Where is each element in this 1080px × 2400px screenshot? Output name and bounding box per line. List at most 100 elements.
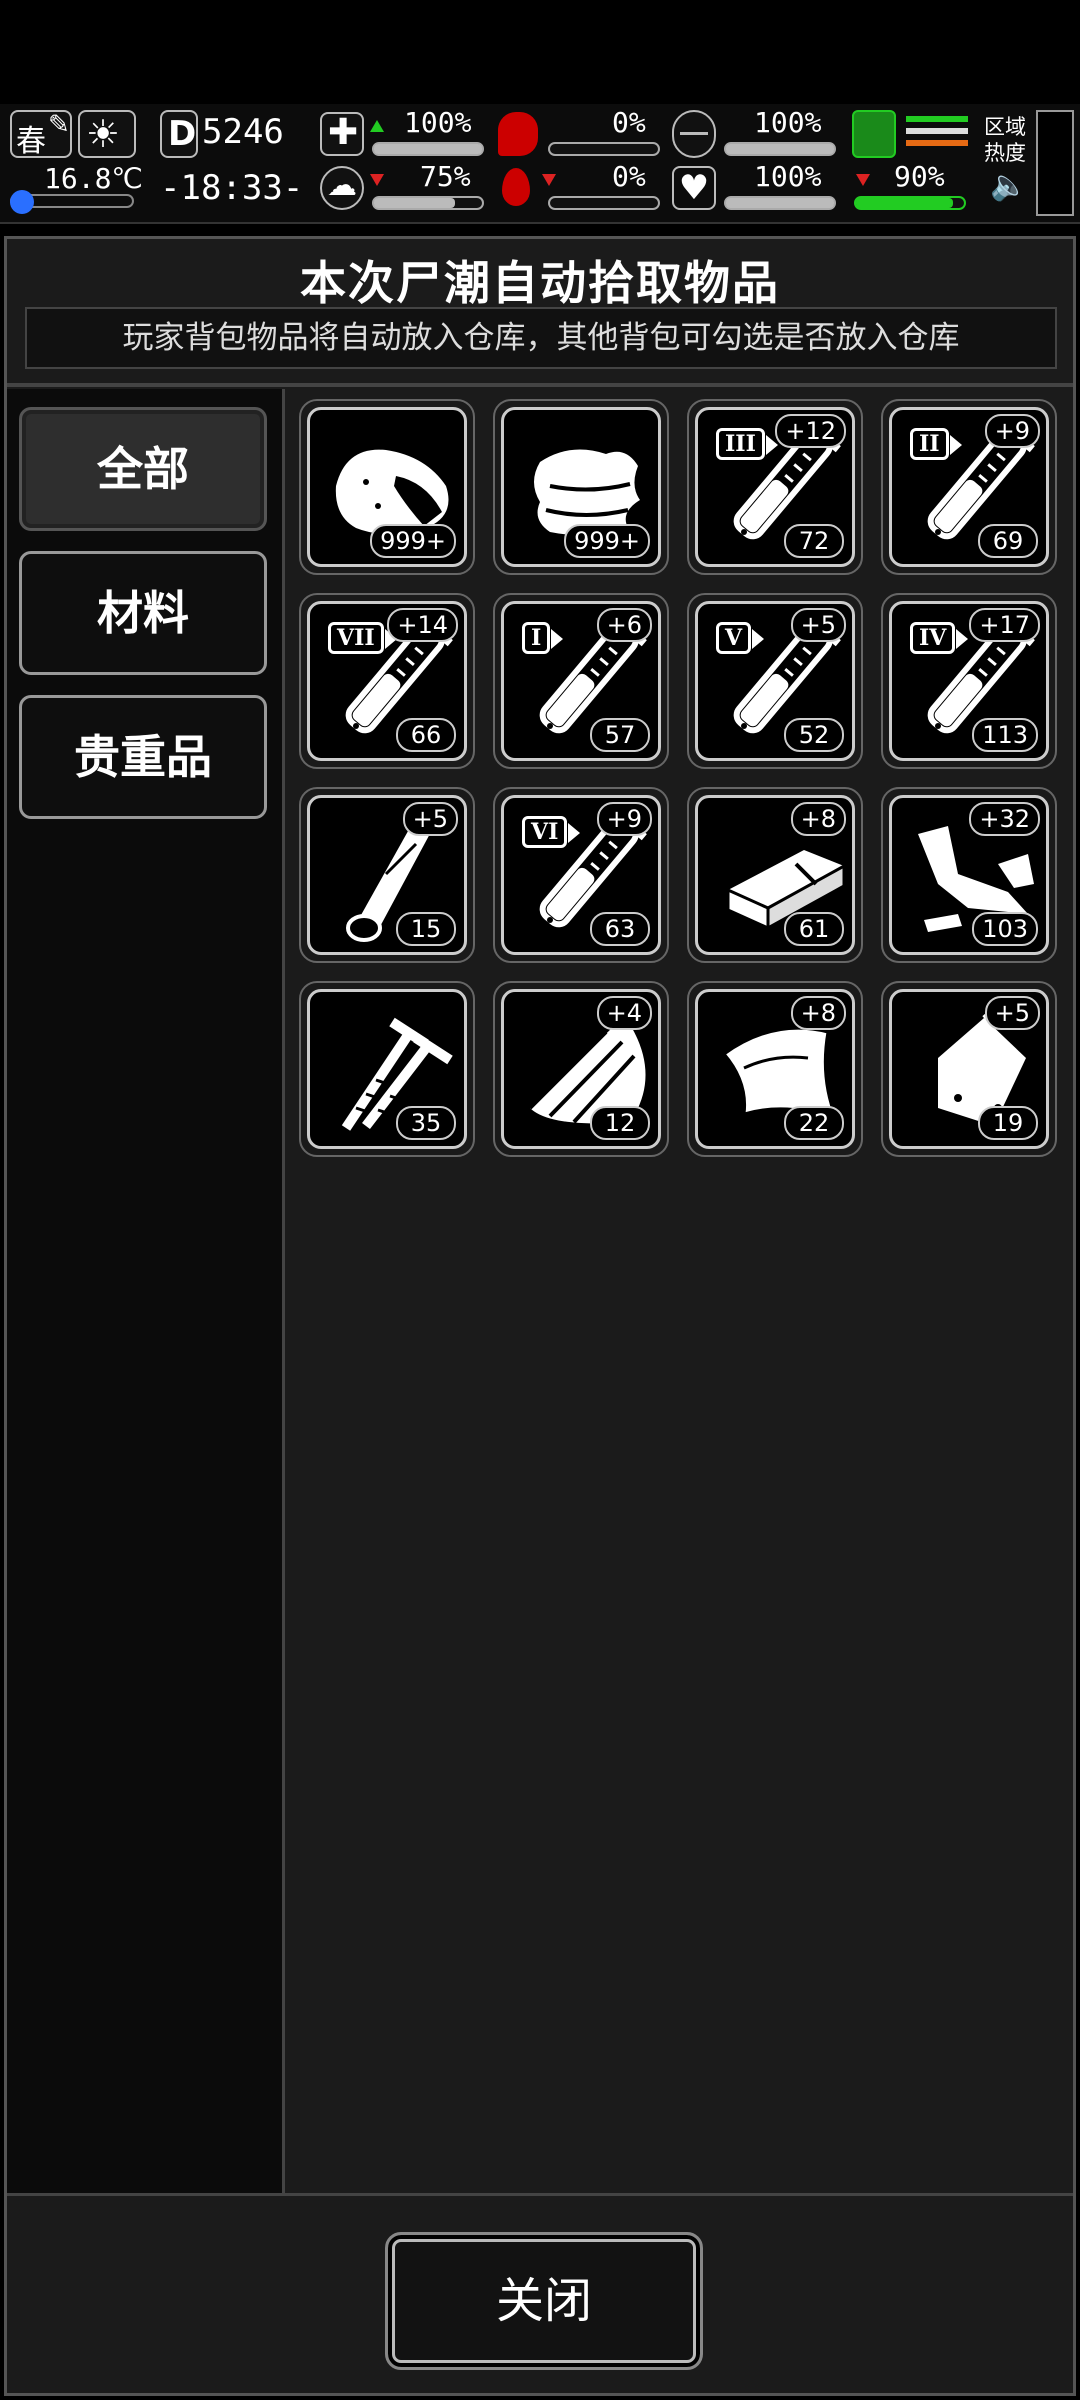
item-count: 63 xyxy=(590,912,650,946)
health-bar xyxy=(372,142,484,156)
sanity-bar xyxy=(372,196,484,210)
category-tab-all[interactable]: 全部 xyxy=(19,407,267,531)
brain-icon: ☁ xyxy=(320,166,364,210)
blood-drop-icon xyxy=(502,168,530,206)
bonus-badge: +17 xyxy=(969,608,1040,642)
item-slot[interactable]: +5 15 xyxy=(299,787,475,963)
item-frame: VI +9 63 xyxy=(501,795,661,955)
item-slot[interactable]: VII +14 66 xyxy=(299,593,475,769)
item-slot[interactable]: +8 22 xyxy=(687,981,863,1157)
category-sidebar: 全部 材料 贵重品 xyxy=(7,389,285,2193)
region-heat-label: 区域 热度 xyxy=(984,115,1026,165)
trend-up-icon xyxy=(370,120,384,132)
item-frame: +8 22 xyxy=(695,989,855,1149)
item-slot[interactable]: IV +17 113 xyxy=(881,593,1057,769)
bonus-badge: +12 xyxy=(775,414,846,448)
category-tab-materials[interactable]: 材料 xyxy=(19,551,267,675)
panel-subtitle: 玩家背包物品将自动放入仓库，其他背包可勾选是否放入仓库 xyxy=(25,307,1057,369)
item-slot[interactable]: +8 61 xyxy=(687,787,863,963)
tier-badge: VI xyxy=(522,816,581,848)
hunger-pct: 0% xyxy=(612,106,646,139)
trend-down-icon xyxy=(370,174,384,186)
auto-pickup-panel: 本次尸潮自动拾取物品 玩家背包物品将自动放入仓库，其他背包可勾选是否放入仓库 全… xyxy=(4,236,1076,2396)
item-frame: +5 15 xyxy=(307,795,467,955)
item-count: 15 xyxy=(396,912,456,946)
region-heat-meter xyxy=(1036,110,1074,216)
item-count: 35 xyxy=(396,1106,456,1140)
category-tab-valuables[interactable]: 贵重品 xyxy=(19,695,267,819)
mood-pct: 100% xyxy=(754,160,822,193)
divider xyxy=(7,383,1073,387)
thermometer-icon xyxy=(10,190,134,214)
item-slot[interactable]: 999+ xyxy=(299,399,475,575)
item-count: 999+ xyxy=(370,524,456,558)
item-count: 19 xyxy=(978,1106,1038,1140)
item-frame: III +12 72 xyxy=(695,407,855,567)
heart-icon: ♥ xyxy=(672,166,716,210)
item-frame: +8 61 xyxy=(695,795,855,955)
bonus-badge: +8 xyxy=(790,996,846,1030)
item-slot[interactable]: +4 12 xyxy=(493,981,669,1157)
item-count: 61 xyxy=(784,912,844,946)
item-slot[interactable]: I +6 57 xyxy=(493,593,669,769)
pill-icon xyxy=(672,110,716,158)
item-count: 57 xyxy=(590,718,650,752)
bonus-badge: +14 xyxy=(387,608,458,642)
item-slot[interactable]: III +12 72 xyxy=(687,399,863,575)
item-count: 72 xyxy=(784,524,844,558)
item-slot[interactable]: VI +9 63 xyxy=(493,787,669,963)
sanity-pct: 75% xyxy=(420,160,471,193)
panel-title: 本次尸潮自动拾取物品 xyxy=(300,256,780,310)
item-count: 103 xyxy=(972,912,1038,946)
boot-icon xyxy=(852,110,896,158)
bonus-badge: +5 xyxy=(790,608,846,642)
tier-badge: IV xyxy=(910,622,969,654)
item-count: 22 xyxy=(784,1106,844,1140)
status-hud: 春 ✎ ☀ 16.8℃ D 5246 -18:33- ✚ 100% 0% 100… xyxy=(0,104,1080,224)
item-slot[interactable]: +5 19 xyxy=(881,981,1057,1157)
item-frame: VII +14 66 xyxy=(307,601,467,761)
stamina-pct: 90% xyxy=(894,160,945,193)
bonus-badge: +5 xyxy=(402,802,458,836)
item-frame: 999+ xyxy=(501,407,661,567)
item-count: 66 xyxy=(396,718,456,752)
item-frame: 999+ xyxy=(307,407,467,567)
item-frame: IV +17 113 xyxy=(889,601,1049,761)
tier-badge: I xyxy=(522,622,564,654)
bonus-badge: +8 xyxy=(790,802,846,836)
item-slot[interactable]: V +5 52 xyxy=(687,593,863,769)
item-slot[interactable]: II +9 69 xyxy=(881,399,1057,575)
weather-box[interactable]: ☀ xyxy=(78,110,136,158)
hunger-bar xyxy=(548,142,660,156)
mood-bar xyxy=(724,196,836,210)
bonus-badge: +5 xyxy=(984,996,1040,1030)
item-frame: V +5 52 xyxy=(695,601,855,761)
trend-down-icon xyxy=(542,174,556,186)
item-slot[interactable]: 35 xyxy=(299,981,475,1157)
close-button[interactable]: 关闭 xyxy=(385,2232,703,2370)
thirst-bar xyxy=(548,196,660,210)
tier-badge: III xyxy=(716,428,778,460)
bonus-badge: +32 xyxy=(969,802,1040,836)
item-slot[interactable]: 999+ xyxy=(493,399,669,575)
sun-icon: ☀ xyxy=(86,112,121,156)
item-count: 113 xyxy=(972,718,1038,752)
item-count: 69 xyxy=(978,524,1038,558)
day-d-box: D xyxy=(160,110,198,158)
tier-badge: II xyxy=(910,428,962,460)
item-frame: +4 12 xyxy=(501,989,661,1149)
bonus-badge: +4 xyxy=(596,996,652,1030)
bonus-badge: +6 xyxy=(596,608,652,642)
stamina-bar xyxy=(854,196,966,210)
item-slot[interactable]: +32 103 xyxy=(881,787,1057,963)
tier-badge: V xyxy=(716,622,765,654)
season-label: 春 xyxy=(16,124,46,159)
stamina-levels xyxy=(906,116,968,156)
tier-badge: VII xyxy=(328,622,397,654)
item-frame: 35 xyxy=(307,989,467,1149)
speaker-icon[interactable]: 🔈 xyxy=(990,168,1027,203)
clock-time: -18:33- xyxy=(160,168,304,208)
trend-down-icon xyxy=(856,174,870,186)
energy-bar xyxy=(724,142,836,156)
panel-footer: 关闭 xyxy=(7,2193,1073,2393)
